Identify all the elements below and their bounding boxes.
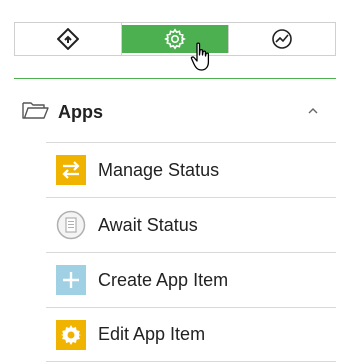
item-label: Manage Status — [98, 159, 220, 180]
section-title: Apps — [58, 101, 103, 122]
chevron-up-icon[interactable] — [306, 104, 320, 123]
divider — [14, 78, 336, 79]
item-label: Await Status — [98, 214, 198, 235]
swap-arrows-icon — [56, 155, 86, 185]
diamond-arrow-icon — [57, 28, 79, 50]
list-item-manage-status[interactable]: Manage Status — [46, 142, 336, 197]
item-label: Edit App Item — [98, 324, 206, 344]
section-header-apps[interactable]: Apps — [22, 96, 336, 128]
toolbar — [14, 22, 336, 56]
list-item-await-status[interactable]: Await Status — [46, 197, 336, 252]
folder-open-icon — [22, 100, 50, 125]
gear-icon — [56, 319, 86, 350]
hand-cursor-icon — [190, 42, 212, 77]
item-label: Create App Item — [98, 269, 229, 290]
tab-navigation[interactable] — [15, 23, 122, 55]
document-icon — [56, 210, 86, 240]
plus-icon — [56, 265, 86, 295]
list-item-create-app-item[interactable]: Create App Item — [46, 252, 336, 307]
list-item-edit-app-item[interactable]: Edit App Item — [46, 307, 336, 362]
apps-list: Manage Status Await Status Create App It… — [46, 142, 336, 362]
gear-icon — [163, 27, 187, 51]
chart-icon — [270, 27, 294, 51]
tab-settings[interactable] — [122, 25, 229, 53]
tab-chart[interactable] — [229, 23, 335, 55]
